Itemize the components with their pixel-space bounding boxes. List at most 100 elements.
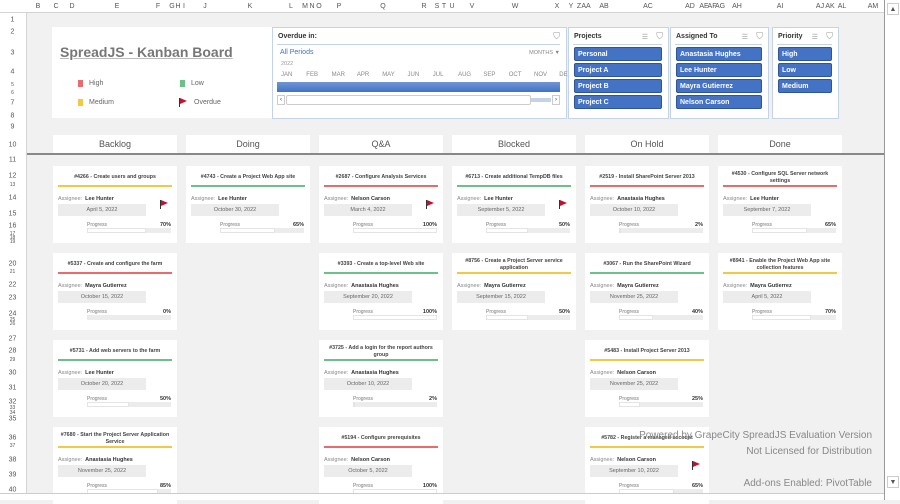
timeline-slicer[interactable]: Overdue in: ⛉ All Periods 2022 MONTHS ▼ …	[272, 27, 572, 119]
row-header[interactable]: 23	[0, 295, 26, 302]
row-header[interactable]: 11	[0, 157, 26, 164]
row-header[interactable]: 20	[0, 261, 26, 268]
kanban-card[interactable]: #4530 - Configure SQL Server network set…	[718, 166, 842, 243]
kanban-card[interactable]: #4743 - Create a Project Web App site Ass…	[186, 166, 310, 243]
row-header[interactable]: 15	[0, 211, 26, 218]
multi-select-icon[interactable]: ☰	[742, 33, 748, 41]
column-header[interactable]: AB	[599, 3, 608, 10]
scroll-up-button[interactable]: ▲	[887, 3, 899, 15]
column-header[interactable]: AJ	[816, 3, 824, 10]
slicer-item[interactable]: Mayra Gutierrez	[676, 79, 762, 93]
column-header[interactable]: V	[470, 3, 475, 10]
month-label[interactable]: JUL	[433, 72, 444, 78]
row-header[interactable]: 6	[0, 90, 26, 96]
slicer-item[interactable]: Anastasia Hughes	[676, 47, 762, 61]
column-header[interactable]: AL	[838, 3, 847, 10]
column-header[interactable]: N	[309, 3, 314, 10]
slicer-item[interactable]: High	[778, 47, 832, 61]
row-header[interactable]: 14	[0, 195, 26, 202]
row-header[interactable]: 1	[0, 17, 26, 24]
vertical-scrollbar[interactable]: ▲ ▼	[884, 0, 900, 500]
column-header[interactable]: AM	[868, 3, 879, 10]
sheet-tab-bar[interactable]	[0, 493, 884, 500]
month-label[interactable]: MAR	[332, 72, 345, 78]
row-header[interactable]: 31	[0, 385, 26, 392]
slicer-item[interactable]: Low	[778, 63, 832, 77]
row-header[interactable]: 8	[0, 113, 26, 120]
row-header[interactable]: 27	[0, 336, 26, 343]
kanban-card[interactable]: #3725 - Add a login for the report autho…	[319, 340, 443, 417]
row-header[interactable]: 26	[0, 321, 26, 327]
row-header[interactable]: 19	[0, 239, 26, 245]
slicer-item[interactable]: Project C	[574, 95, 662, 109]
column-header[interactable]: L	[289, 3, 293, 10]
kanban-card[interactable]: #3067 - Run the SharePoint Wizard Assigne…	[585, 253, 709, 330]
column-header[interactable]: B	[36, 3, 41, 10]
row-header[interactable]: 10	[0, 142, 26, 149]
column-header[interactable]: D	[69, 3, 74, 10]
month-label[interactable]: NOV	[534, 72, 547, 78]
column-header[interactable]: AG	[715, 3, 725, 10]
column-header[interactable]: T	[442, 3, 446, 10]
column-header[interactable]: K	[248, 3, 253, 10]
row-header[interactable]: 39	[0, 472, 26, 479]
row-header[interactable]: 30	[0, 370, 26, 377]
kanban-card[interactable]: #8941 - Enable the Project Web App site …	[718, 253, 842, 330]
multi-select-icon[interactable]: ☰	[642, 33, 648, 41]
scroll-right-button[interactable]: ›	[552, 95, 560, 105]
column-header[interactable]: W	[512, 3, 519, 10]
column-header[interactable]: AK	[825, 3, 834, 10]
slicer-item[interactable]: Lee Hunter	[676, 63, 762, 77]
kanban-card[interactable]: #2687 - Configure Analysis Services Assig…	[319, 166, 443, 243]
slicer-item[interactable]: Project B	[574, 79, 662, 93]
row-header[interactable]: 13	[0, 182, 26, 188]
month-label[interactable]: JUN	[408, 72, 420, 78]
row-header[interactable]: 4	[0, 69, 26, 76]
row-header[interactable]: 38	[0, 457, 26, 464]
row-header[interactable]: 16	[0, 223, 26, 230]
kanban-card[interactable]: #5731 - Add web servers to the farm Assig…	[53, 340, 177, 417]
row-header[interactable]: 28	[0, 348, 26, 355]
column-header[interactable]: Q	[380, 3, 385, 10]
multi-select-icon[interactable]: ☰	[812, 33, 818, 41]
row-header[interactable]: 36	[0, 435, 26, 442]
row-header[interactable]: 5	[0, 82, 26, 88]
kanban-card[interactable]: #3393 - Create a top-level Web site Assig…	[319, 253, 443, 330]
month-label[interactable]: OCT	[509, 72, 522, 78]
clear-filter-icon[interactable]: ⛉	[553, 31, 560, 42]
timeline-scrollbar[interactable]	[286, 95, 531, 105]
column-header[interactable]: U	[449, 3, 454, 10]
column-header[interactable]: E	[115, 3, 120, 10]
month-label[interactable]: AUG	[458, 72, 471, 78]
month-label[interactable]: MAY	[382, 72, 395, 78]
column-header[interactable]: M	[302, 3, 308, 10]
row-header[interactable]: 29	[0, 357, 26, 363]
slicer-item[interactable]: Medium	[778, 79, 832, 93]
slicer-item[interactable]: Nelson Carson	[676, 95, 762, 109]
slicer-item[interactable]: Project A	[574, 63, 662, 77]
scroll-down-button[interactable]: ▼	[887, 476, 899, 488]
column-header[interactable]: X	[555, 3, 560, 10]
kanban-card[interactable]: #8756 - Create a Project Server service …	[452, 253, 576, 330]
column-header[interactable]: C	[53, 3, 58, 10]
column-header[interactable]: H	[175, 3, 180, 10]
scroll-left-button[interactable]: ‹	[277, 95, 285, 105]
row-header[interactable]: 3	[0, 50, 26, 57]
column-header[interactable]: O	[316, 3, 321, 10]
column-header[interactable]: R	[421, 3, 426, 10]
column-header[interactable]: S	[435, 3, 440, 10]
month-label[interactable]: JAN	[281, 72, 292, 78]
slicer-item[interactable]: Personal	[574, 47, 662, 61]
column-header[interactable]: F	[156, 3, 160, 10]
month-label[interactable]: FEB	[306, 72, 318, 78]
kanban-card[interactable]: #2519 - Install SharePoint Server 2013 As…	[585, 166, 709, 243]
row-header[interactable]: 21	[0, 269, 26, 275]
column-header[interactable]: I	[183, 3, 185, 10]
kanban-card[interactable]: #5483 - Install Project Server 2013 Assig…	[585, 340, 709, 417]
row-header[interactable]: 7	[0, 100, 26, 107]
column-header[interactable]: G	[169, 3, 174, 10]
column-header[interactable]: AC	[643, 3, 653, 10]
row-header[interactable]: 2	[0, 29, 26, 36]
clear-filter-icon[interactable]: ⛉	[756, 31, 763, 42]
column-header[interactable]: AA	[581, 3, 590, 10]
